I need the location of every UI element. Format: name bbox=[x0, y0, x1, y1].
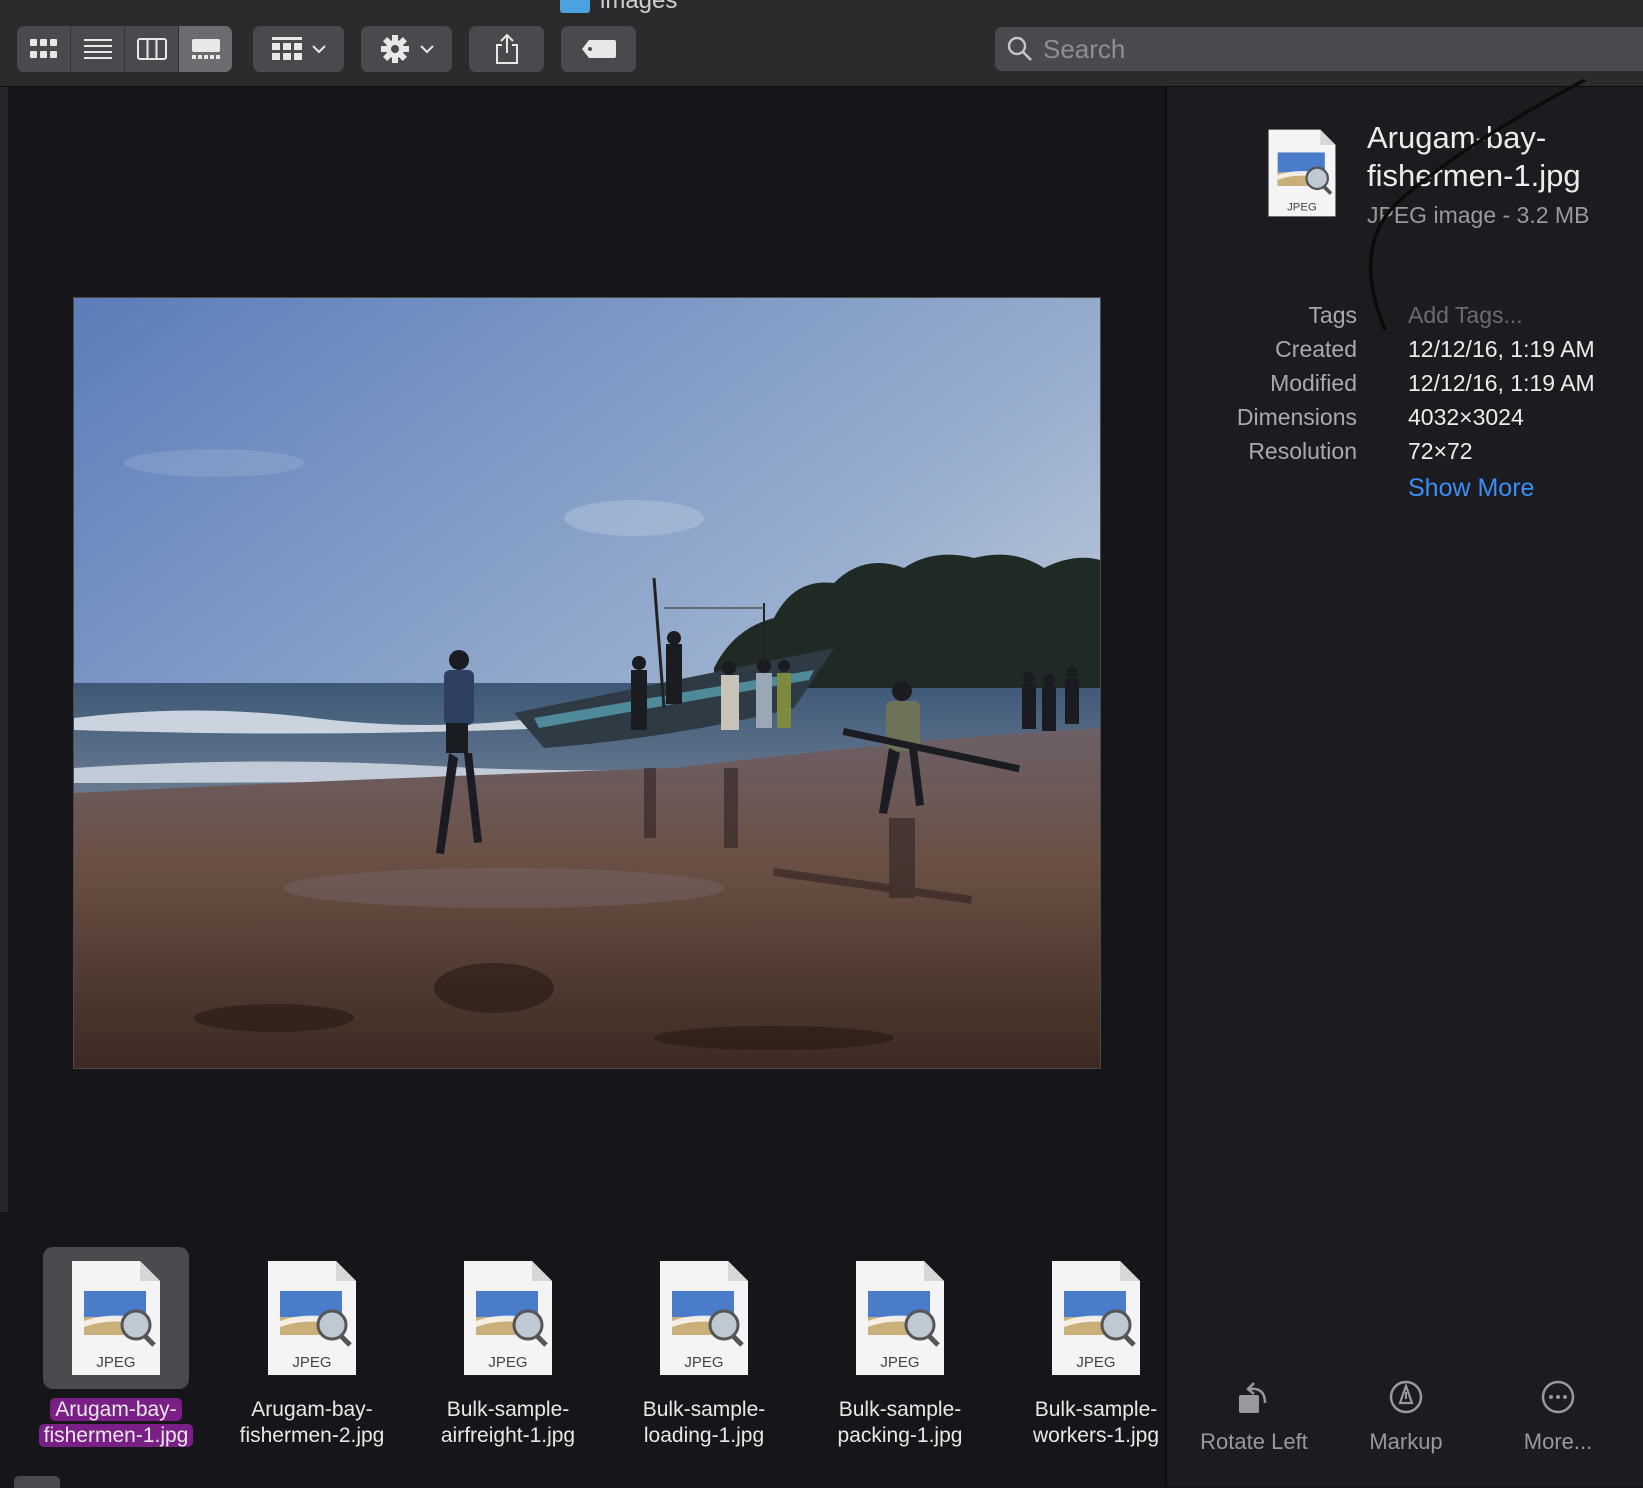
list-icon bbox=[83, 39, 112, 59]
thumbnail-item[interactable]: JPEG Bulk-sample- loading-1.jpg bbox=[631, 1247, 777, 1477]
jpeg-file-icon: JPEG bbox=[856, 1261, 944, 1375]
jpeg-file-icon: JPEG bbox=[72, 1261, 160, 1375]
rotate-left-button[interactable]: Rotate Left bbox=[1179, 1377, 1329, 1455]
file-name: Arugam-bay- fishermen-1.jpg bbox=[1367, 120, 1581, 193]
svg-text:JPEG: JPEG bbox=[292, 1354, 331, 1371]
svg-text:JPEG: JPEG bbox=[96, 1354, 135, 1371]
grid-icon bbox=[29, 39, 57, 58]
markup-pen-icon bbox=[1389, 1380, 1423, 1414]
beach-photo bbox=[74, 298, 1100, 1068]
toolbar: images bbox=[0, 0, 1643, 87]
tags-label: Tags bbox=[1308, 302, 1357, 328]
thumbnail-item[interactable]: JPEG Bulk-sample- workers-1.jpg bbox=[1023, 1247, 1169, 1477]
file-kind-size: JPEG image - 3.2 MB bbox=[1367, 202, 1590, 228]
tag-icon bbox=[581, 40, 616, 58]
view-mode-control bbox=[17, 26, 232, 72]
preview-inspector: JPEG Arugam-bay- fishermen-1.jpg JPEG im… bbox=[1165, 87, 1643, 1485]
thumbnail-item[interactable]: JPEG Arugam-bay- fishermen-2.jpg bbox=[239, 1247, 385, 1477]
svg-text:JPEG: JPEG bbox=[880, 1354, 919, 1371]
created-value: 12/12/16, 1:19 AM bbox=[1408, 336, 1595, 362]
resolution-value: 72×72 bbox=[1408, 438, 1473, 464]
resolution-label: Resolution bbox=[1248, 438, 1357, 464]
share-icon bbox=[495, 33, 518, 64]
thumbnail-item[interactable]: JPEG Bulk-sample- packing-1.jpg bbox=[827, 1247, 973, 1477]
dimensions-value: 4032×3024 bbox=[1408, 404, 1524, 430]
tags-button[interactable] bbox=[561, 26, 636, 72]
file-icon: JPEG bbox=[1267, 127, 1337, 224]
thumbnail-item[interactable]: JPEG Bulk-sample- airfreight-1.jpg bbox=[435, 1247, 581, 1477]
more-ellipsis-icon bbox=[1541, 1380, 1575, 1414]
group-by-button[interactable] bbox=[253, 26, 344, 72]
modified-label: Modified bbox=[1270, 370, 1357, 396]
jpeg-file-icon: JPEG bbox=[1268, 129, 1336, 217]
scroll-handle[interactable] bbox=[14, 1476, 60, 1488]
modified-value: 12/12/16, 1:19 AM bbox=[1408, 370, 1595, 396]
created-row: Created 12/12/16, 1:19 AM bbox=[1167, 336, 1643, 370]
resolution-row: Resolution 72×72 bbox=[1167, 438, 1643, 472]
modified-row: Modified 12/12/16, 1:19 AM bbox=[1167, 370, 1643, 404]
jpeg-file-icon: JPEG bbox=[1052, 1261, 1140, 1375]
svg-text:JPEG: JPEG bbox=[1287, 201, 1317, 213]
svg-text:JPEG: JPEG bbox=[1076, 1354, 1115, 1371]
more-actions-button[interactable]: More... bbox=[1483, 1377, 1633, 1455]
tags-input[interactable]: Add Tags... bbox=[1408, 302, 1523, 329]
image-preview bbox=[73, 297, 1101, 1069]
svg-text:JPEG: JPEG bbox=[488, 1354, 527, 1371]
chevron-down-icon bbox=[311, 44, 326, 53]
chevron-down-icon bbox=[419, 44, 434, 53]
rotate-left-label: Rotate Left bbox=[1200, 1429, 1308, 1454]
thumbnail-frame: JPEG bbox=[827, 1247, 973, 1389]
column-view-button[interactable] bbox=[125, 26, 179, 72]
window-title: images bbox=[560, 0, 677, 16]
sidebar-edge bbox=[0, 87, 8, 1212]
thumbnail-frame: JPEG bbox=[1023, 1247, 1169, 1389]
markup-button[interactable]: Markup bbox=[1331, 1377, 1481, 1455]
list-view-button[interactable] bbox=[71, 26, 125, 72]
window-title-text: images bbox=[600, 0, 678, 14]
created-label: Created bbox=[1275, 336, 1357, 362]
share-button[interactable] bbox=[469, 26, 544, 72]
jpeg-file-icon: JPEG bbox=[660, 1261, 748, 1375]
thumbnail-frame: JPEG bbox=[43, 1247, 189, 1389]
icon-view-button[interactable] bbox=[17, 26, 71, 72]
thumbnail-frame: JPEG bbox=[239, 1247, 385, 1389]
thumbnail-label: Bulk-sample- airfreight-1.jpg bbox=[440, 1398, 576, 1447]
thumbnail-label: Arugam-bay- fishermen-2.jpg bbox=[239, 1398, 385, 1447]
gallery-strip: JPEG Arugam-bay- fishermen-1.jpg JPEG Ar… bbox=[8, 1237, 1165, 1485]
dimensions-row: Dimensions 4032×3024 bbox=[1167, 404, 1643, 438]
thumbnail-frame: JPEG bbox=[435, 1247, 581, 1389]
gallery-view-button[interactable] bbox=[179, 26, 232, 72]
jpeg-file-icon: JPEG bbox=[464, 1261, 552, 1375]
svg-text:JPEG: JPEG bbox=[684, 1354, 723, 1371]
search-icon bbox=[1007, 36, 1032, 61]
group-grid-icon bbox=[271, 37, 302, 60]
gear-icon bbox=[380, 35, 409, 63]
tags-row: Tags Add Tags... bbox=[1167, 302, 1643, 336]
columns-icon bbox=[136, 38, 167, 60]
more-label: More... bbox=[1523, 1429, 1593, 1454]
action-menu-button[interactable] bbox=[361, 26, 452, 72]
jpeg-file-icon: JPEG bbox=[268, 1261, 356, 1375]
quick-actions: Rotate Left Markup More... bbox=[1167, 1377, 1643, 1477]
show-more-link[interactable]: Show More bbox=[1408, 474, 1534, 503]
search-field[interactable] bbox=[995, 27, 1643, 71]
thumbnail-label: Bulk-sample- packing-1.jpg bbox=[837, 1398, 963, 1447]
gallery-icon bbox=[191, 39, 220, 59]
thumbnail-label: Arugam-bay- fishermen-1.jpg bbox=[13, 1397, 219, 1449]
search-input[interactable] bbox=[1041, 32, 1605, 66]
folder-icon bbox=[560, 0, 590, 13]
thumbnail-item[interactable]: JPEG Arugam-bay- fishermen-1.jpg bbox=[38, 1247, 194, 1477]
dimensions-label: Dimensions bbox=[1236, 404, 1357, 430]
thumbnail-frame: JPEG bbox=[631, 1247, 777, 1389]
markup-label: Markup bbox=[1369, 1429, 1443, 1454]
rotate-left-icon bbox=[1239, 1382, 1267, 1413]
thumbnail-label: Bulk-sample- loading-1.jpg bbox=[642, 1398, 766, 1447]
